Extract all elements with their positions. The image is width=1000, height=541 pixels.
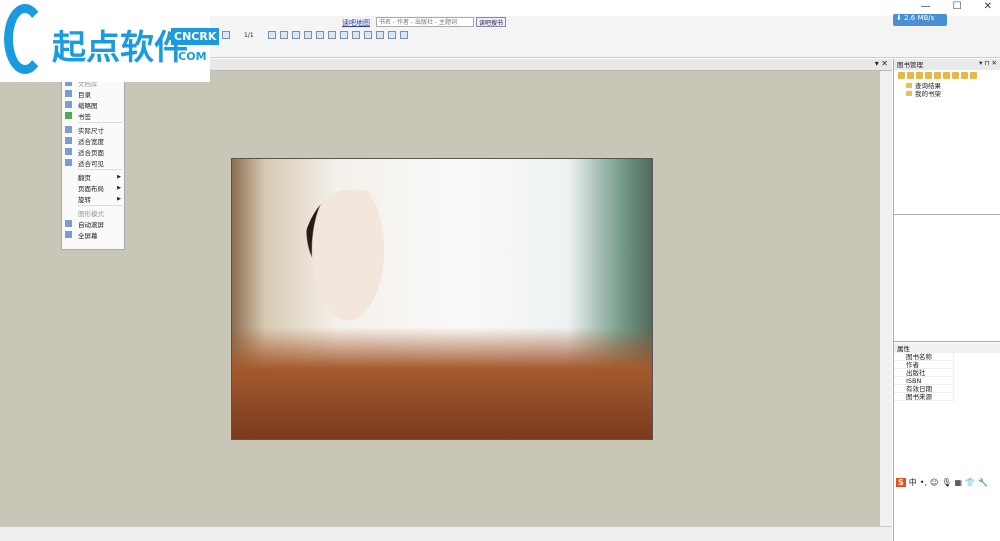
menu-item-auto-scroll[interactable]: 自动滚屏: [62, 218, 124, 229]
import-icon[interactable]: [925, 72, 932, 79]
document-image: [231, 158, 653, 440]
thumbnail-icon[interactable]: [351, 31, 360, 39]
maximize-button[interactable]: ☐: [953, 1, 962, 12]
last-page-icon[interactable]: [279, 31, 288, 39]
doc-close-button[interactable]: ▾ ✕: [875, 59, 888, 68]
export-icon[interactable]: [934, 72, 941, 79]
prev-page-icon[interactable]: [222, 31, 230, 39]
menu-item-page-turn[interactable]: 翻页 ▶: [62, 171, 124, 182]
close-button[interactable]: ✕: [984, 1, 992, 12]
menu-item-graphic-mode[interactable]: 图形模式: [62, 207, 124, 218]
book-tree: 查询结果 我的书架: [894, 82, 1000, 98]
next-page-icon[interactable]: [267, 31, 276, 39]
menu-item-thumbnails[interactable]: 缩略图: [62, 99, 124, 110]
zoom-icon[interactable]: [961, 72, 968, 79]
auto-scroll-icon: [65, 220, 72, 227]
ime-mode[interactable]: 中: [909, 477, 917, 488]
skin-icon[interactable]: 👕: [965, 478, 975, 487]
open-folder-icon[interactable]: [907, 72, 914, 79]
menu-item-bookmarks[interactable]: 书签: [62, 110, 124, 121]
properties-grid: 属性 图书名称 作者 出版社 ISBN 有效日期 图书来源: [894, 343, 1000, 401]
property-row: 作者: [894, 361, 954, 369]
forward-icon[interactable]: [303, 31, 312, 39]
new-icon[interactable]: [898, 72, 905, 79]
preview-panel: [894, 214, 1000, 342]
photo-subject: [300, 190, 420, 390]
select-tool-icon[interactable]: [375, 31, 384, 39]
fit-visible-icon: [65, 159, 72, 166]
single-page-icon[interactable]: [315, 31, 324, 39]
microphone-icon[interactable]: 🎙: [941, 478, 951, 487]
fit-page-icon: [65, 148, 72, 155]
menu-item-rotate[interactable]: 旋转 ▶: [62, 193, 124, 204]
search-icon[interactable]: [952, 72, 959, 79]
menu-item-page-layout[interactable]: 页面布局 ▶: [62, 182, 124, 193]
punctuation-toggle[interactable]: •,: [920, 478, 927, 487]
snapshot-icon[interactable]: [387, 31, 396, 39]
save-icon[interactable]: [399, 31, 408, 39]
tree-item-search-results[interactable]: 查询结果: [906, 82, 1000, 90]
menu-item-toc[interactable]: 目录: [62, 88, 124, 99]
page-icon: [65, 126, 72, 133]
fit-width-icon: [65, 137, 72, 144]
page-indicator[interactable]: 1/1: [244, 32, 254, 39]
facing-icon[interactable]: [339, 31, 348, 39]
properties-header: 属性: [894, 343, 1000, 353]
panel-toolbar: [894, 70, 1000, 82]
status-bar: [0, 526, 892, 541]
search-input[interactable]: [376, 17, 474, 27]
eye-icon[interactable]: [943, 72, 950, 79]
vertical-scrollbar[interactable]: [880, 71, 892, 526]
menu-item-fit-visible[interactable]: 适合可见: [62, 157, 124, 168]
menu-item-fit-page[interactable]: 适合页面: [62, 146, 124, 157]
continuous-icon[interactable]: [327, 31, 336, 39]
search-button[interactable]: 读吧搜书: [476, 17, 507, 27]
property-row: 出版社: [894, 369, 954, 377]
property-row: ISBN: [894, 377, 954, 385]
menu-item-fit-width[interactable]: 适合宽度: [62, 135, 124, 146]
back-icon[interactable]: [291, 31, 300, 39]
book-management-panel: 图书管理 ▾ ⊓ ✕ 查询结果 我的书架 属性 图书名称 作者 出版社 ISBN …: [893, 59, 1000, 541]
property-row: 图书名称: [894, 353, 954, 361]
emoji-icon[interactable]: ☺: [930, 478, 938, 487]
view-context-menu: 文档库 目录 缩略图 书签 实际尺寸 适合宽度 适合页面 适合可见 翻页 ▶ 页面…: [61, 76, 125, 250]
sogou-logo[interactable]: S: [896, 477, 906, 487]
hand-tool-icon[interactable]: [363, 31, 372, 39]
globe-icon[interactable]: [970, 72, 977, 79]
minimize-button[interactable]: —: [921, 1, 931, 12]
download-speed: ⬇ 2.6 MB/s: [893, 14, 947, 26]
menu-item-fullscreen[interactable]: 全屏幕: [62, 229, 124, 240]
panel-header: 图书管理 ▾ ⊓ ✕: [894, 59, 1000, 70]
menu-item-actual-size[interactable]: 实际尺寸: [62, 124, 124, 135]
property-row: 有效日期: [894, 385, 954, 393]
tree-item-my-shelf[interactable]: 我的书架: [906, 90, 1000, 98]
fullscreen-icon: [65, 231, 72, 238]
property-row: 图书来源: [894, 393, 954, 401]
bookmark-icon: [65, 112, 72, 119]
refresh-icon[interactable]: [916, 72, 923, 79]
keyboard-icon[interactable]: ▦: [955, 478, 963, 487]
panel-controls[interactable]: ▾ ⊓ ✕: [979, 59, 997, 67]
watermark-logo: 起点软件 CNCRK .COM: [0, 0, 220, 82]
toc-icon: [65, 90, 72, 97]
settings-wrench-icon[interactable]: 🔧: [978, 478, 988, 487]
ime-toolbar: S 中 •, ☺ 🎙 ▦ 👕 🔧: [894, 475, 1000, 489]
toolbar-icons: 1/1: [210, 31, 408, 39]
map-link[interactable]: 读吧地图: [342, 18, 370, 28]
thumbnail-icon: [65, 101, 72, 108]
